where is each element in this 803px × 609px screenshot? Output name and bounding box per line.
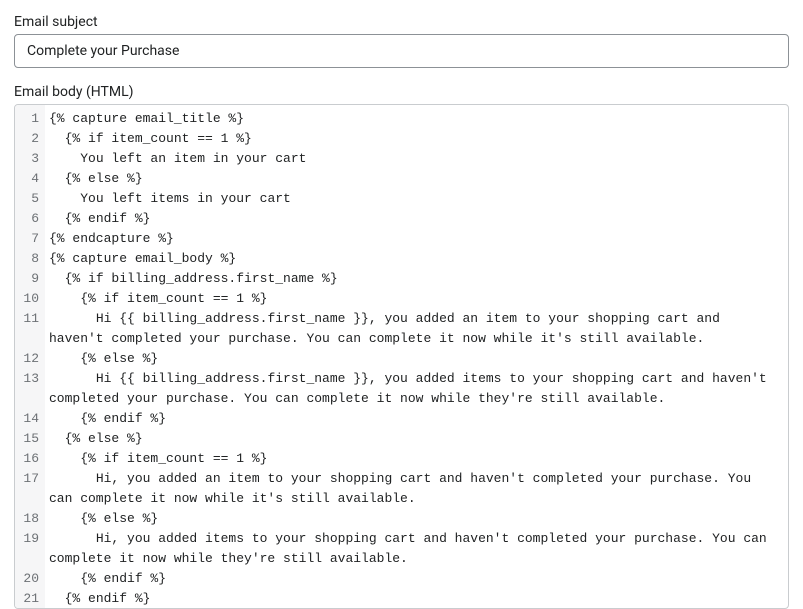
line-number: 6 (19, 209, 39, 229)
line-number: 5 (19, 189, 39, 209)
code-line[interactable]: {% if item_count == 1 %} (49, 129, 782, 149)
line-number: 10 (19, 289, 39, 309)
email-body-field: Email body (HTML) 1234567891011121314151… (14, 84, 789, 609)
email-body-label: Email body (HTML) (14, 84, 789, 100)
line-number: 15 (19, 429, 39, 449)
email-subject-input[interactable] (14, 34, 789, 68)
line-number: 16 (19, 449, 39, 469)
code-line[interactable]: {% if billing_address.first_name %} (49, 269, 782, 289)
code-line[interactable]: {% capture email_body %} (49, 249, 782, 269)
line-number: 1 (19, 109, 39, 129)
line-number: 4 (19, 169, 39, 189)
line-number: 7 (19, 229, 39, 249)
code-line[interactable]: Hi, you added items to your shopping car… (49, 529, 782, 569)
line-number: 14 (19, 409, 39, 429)
code-line[interactable]: {% else %} (49, 429, 782, 449)
line-number: 17 (19, 469, 39, 509)
code-line[interactable]: Hi {{ billing_address.first_name }}, you… (49, 369, 782, 409)
code-line[interactable]: You left items in your cart (49, 189, 782, 209)
email-body-editor[interactable]: 123456789101112131415161718192021 {% cap… (14, 104, 789, 609)
code-line[interactable]: You left an item in your cart (49, 149, 782, 169)
code-content[interactable]: {% capture email_title %} {% if item_cou… (45, 105, 788, 608)
code-line[interactable]: {% else %} (49, 169, 782, 189)
code-line[interactable]: {% endif %} (49, 209, 782, 229)
code-line[interactable]: {% endif %} (49, 409, 782, 429)
line-number: 18 (19, 509, 39, 529)
code-line[interactable]: {% if item_count == 1 %} (49, 289, 782, 309)
code-line[interactable]: Hi, you added an item to your shopping c… (49, 469, 782, 509)
line-number-gutter: 123456789101112131415161718192021 (15, 105, 45, 608)
line-number: 2 (19, 129, 39, 149)
code-line[interactable]: Hi {{ billing_address.first_name }}, you… (49, 309, 782, 349)
email-subject-label: Email subject (14, 14, 789, 30)
line-number: 12 (19, 349, 39, 369)
code-line[interactable]: {% endcapture %} (49, 229, 782, 249)
line-number: 20 (19, 569, 39, 589)
line-number: 11 (19, 309, 39, 349)
line-number: 13 (19, 369, 39, 409)
code-line[interactable]: {% endif %} (49, 569, 782, 589)
code-line[interactable]: {% else %} (49, 349, 782, 369)
code-line[interactable]: {% else %} (49, 509, 782, 529)
code-line[interactable]: {% capture email_title %} (49, 109, 782, 129)
line-number: 19 (19, 529, 39, 569)
line-number: 9 (19, 269, 39, 289)
email-subject-field: Email subject (14, 14, 789, 68)
line-number: 3 (19, 149, 39, 169)
line-number: 8 (19, 249, 39, 269)
code-line[interactable]: {% if item_count == 1 %} (49, 449, 782, 469)
